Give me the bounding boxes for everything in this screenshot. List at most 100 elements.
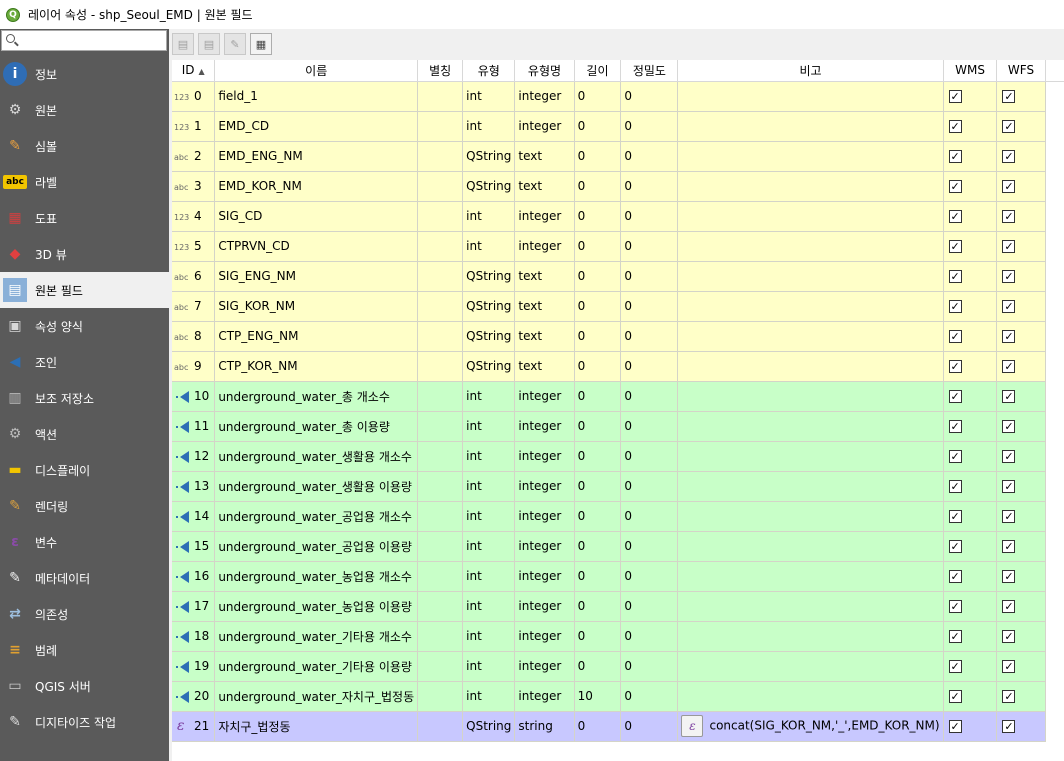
field-comment-cell[interactable] [677,681,944,712]
wms-checkbox[interactable]: ✓ [948,240,962,253]
field-comment-cell[interactable] [677,561,944,592]
field-typename-cell[interactable]: text [514,351,575,382]
field-typename-cell[interactable]: integer [514,201,575,232]
field-comment-cell[interactable] [677,441,944,472]
field-typename-cell[interactable]: integer [514,111,575,142]
field-type-cell[interactable]: int [462,381,516,412]
id-cell[interactable]: 15 [172,531,216,562]
field-precision-cell[interactable]: 0 [620,231,679,262]
field-type-cell[interactable]: int [462,591,516,622]
field-alias-cell[interactable] [417,141,464,172]
sidebar-item-labels[interactable]: abc 라벨 [0,164,169,200]
id-cell[interactable]: 123 1 [172,111,216,142]
field-type-cell[interactable]: int [462,501,516,532]
table-row[interactable]: 18 underground_water_기타용 개소수 int integer 0 0 ✓… [172,621,1064,652]
id-cell[interactable]: abc 3 [172,171,216,202]
field-precision-cell[interactable]: 0 [620,81,679,112]
field-typename-cell[interactable]: integer [514,411,575,442]
table-row[interactable]: 16 underground_water_농업용 개소수 int integer 0 0 ✓… [172,561,1064,592]
field-name-cell[interactable]: CTPRVN_CD [214,231,419,262]
field-type-cell[interactable]: QString [462,171,516,202]
field-length-cell[interactable]: 0 [574,381,622,412]
field-alias-cell[interactable] [417,621,464,652]
field-alias-cell[interactable] [417,591,464,622]
sidebar-item-qgis-server[interactable]: ▭ QGIS 서버 [0,668,169,704]
field-comment-cell[interactable] [677,591,944,622]
field-length-cell[interactable]: 0 [574,651,622,682]
wms-checkbox[interactable]: ✓ [948,720,962,733]
sidebar-item-source[interactable]: ⚙ 원본 [0,92,169,128]
field-name-cell[interactable]: 자치구_법정동 [214,711,419,742]
field-comment-cell[interactable] [677,141,944,172]
field-name-cell[interactable]: underground_water_공업용 개소수 [214,501,419,532]
column-header-wfs[interactable]: WFS [996,60,1046,82]
field-alias-cell[interactable] [417,501,464,532]
new-field-button[interactable]: ▤ [172,33,194,55]
field-comment-cell[interactable] [677,201,944,232]
field-typename-cell[interactable]: integer [514,621,575,652]
field-length-cell[interactable]: 0 [574,441,622,472]
field-length-cell[interactable]: 0 [574,501,622,532]
field-alias-cell[interactable] [417,411,464,442]
table-row[interactable]: 19 underground_water_기타용 이용량 int integer 0 0 ✓… [172,651,1064,682]
wfs-checkbox[interactable]: ✓ [1002,270,1016,283]
field-length-cell[interactable]: 10 [574,681,622,712]
field-precision-cell[interactable]: 0 [620,291,679,322]
field-length-cell[interactable]: 0 [574,471,622,502]
id-cell[interactable]: abc 6 [172,261,216,292]
sidebar-item-source-fields[interactable]: ▤ 원본 필드 [0,272,169,308]
field-alias-cell[interactable] [417,561,464,592]
field-comment-cell[interactable] [677,501,944,532]
wms-checkbox[interactable]: ✓ [948,600,962,613]
table-row[interactable]: 123 4 SIG_CD int integer 0 0 ✓ ✓ [172,201,1064,232]
field-typename-cell[interactable]: integer [514,471,575,502]
sidebar-item-actions[interactable]: ⚙ 액션 [0,416,169,452]
field-precision-cell[interactable]: 0 [620,501,679,532]
id-cell[interactable]: abc 7 [172,291,216,322]
field-precision-cell[interactable]: 0 [620,591,679,622]
id-cell[interactable]: abc 8 [172,321,216,352]
field-name-cell[interactable]: EMD_CD [214,111,419,142]
id-cell[interactable]: 123 4 [172,201,216,232]
field-type-cell[interactable]: int [462,681,516,712]
sidebar-item-info[interactable]: i 정보 [0,56,169,92]
field-name-cell[interactable]: underground_water_기타용 이용량 [214,651,419,682]
field-name-cell[interactable]: EMD_KOR_NM [214,171,419,202]
field-typename-cell[interactable]: text [514,141,575,172]
id-cell[interactable]: 19 [172,651,216,682]
field-type-cell[interactable]: QString [462,321,516,352]
field-typename-cell[interactable]: text [514,321,575,352]
field-name-cell[interactable]: underground_water_총 이용량 [214,411,419,442]
field-type-cell[interactable]: QString [462,711,516,742]
field-comment-cell[interactable] [677,351,944,382]
field-calculator-button[interactable]: ▦ [250,33,272,55]
search-input[interactable] [20,32,160,49]
wfs-checkbox[interactable]: ✓ [1002,300,1016,313]
field-type-cell[interactable]: int [462,441,516,472]
id-cell[interactable]: ε 21 [172,711,216,742]
field-comment-cell[interactable] [677,471,944,502]
field-type-cell[interactable]: QString [462,261,516,292]
field-type-cell[interactable]: int [462,201,516,232]
field-name-cell[interactable]: SIG_CD [214,201,419,232]
wfs-checkbox[interactable]: ✓ [1002,630,1016,643]
table-row[interactable]: 123 1 EMD_CD int integer 0 0 ✓ ✓ [172,111,1064,142]
wfs-checkbox[interactable]: ✓ [1002,180,1016,193]
field-length-cell[interactable]: 0 [574,171,622,202]
wfs-checkbox[interactable]: ✓ [1002,600,1016,613]
field-type-cell[interactable]: int [462,561,516,592]
field-alias-cell[interactable] [417,711,464,742]
field-comment-cell[interactable] [677,171,944,202]
wfs-checkbox[interactable]: ✓ [1002,450,1016,463]
field-precision-cell[interactable]: 0 [620,351,679,382]
field-typename-cell[interactable]: string [514,711,575,742]
wms-checkbox[interactable]: ✓ [948,330,962,343]
field-alias-cell[interactable] [417,441,464,472]
field-name-cell[interactable]: underground_water_생활용 이용량 [214,471,419,502]
field-comment-cell[interactable] [677,531,944,562]
field-type-cell[interactable]: int [462,411,516,442]
table-row[interactable]: 15 underground_water_공업용 이용량 int integer 0 0 ✓… [172,531,1064,562]
field-comment-cell[interactable] [677,81,944,112]
field-length-cell[interactable]: 0 [574,231,622,262]
field-type-cell[interactable]: int [462,621,516,652]
